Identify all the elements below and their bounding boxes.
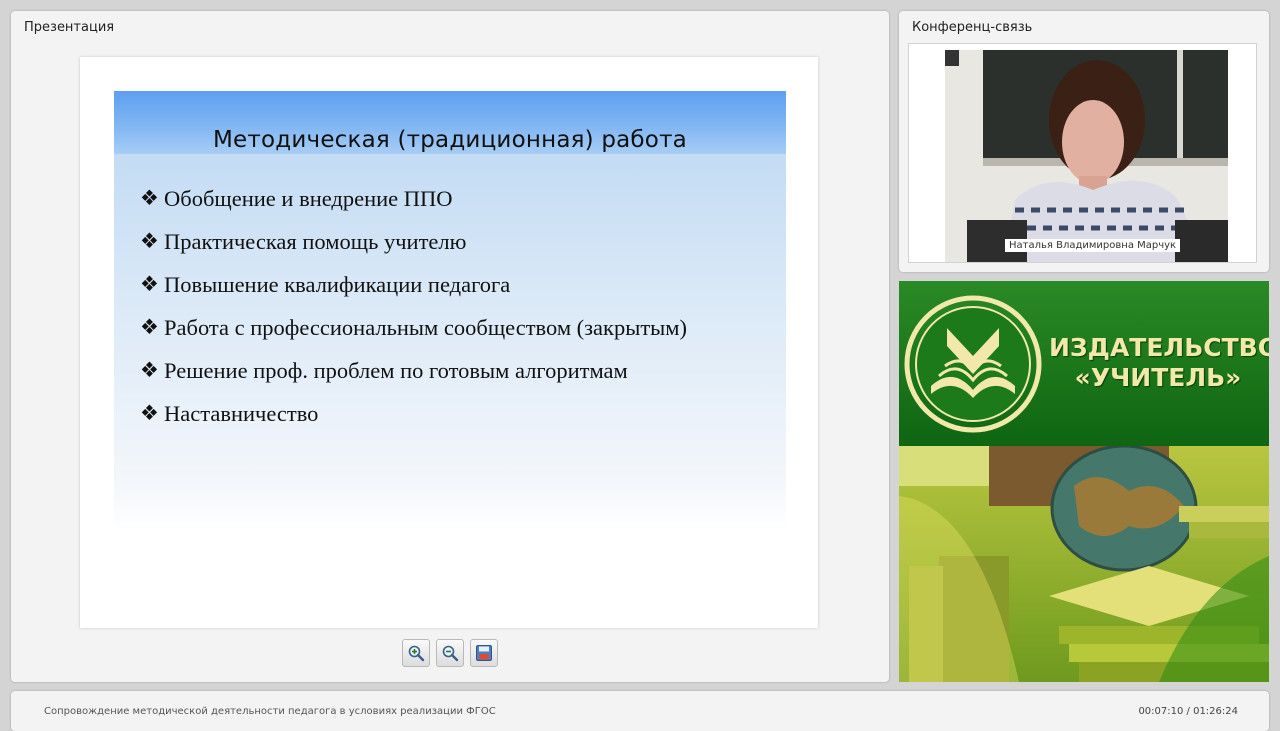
books-and-globe-image [899,446,1269,682]
slide-bullet: ❖ Практическая помощь учителю [140,226,770,257]
slide-bullet-text: Повышение квалификации педагога [164,272,511,297]
bullet-marker-icon: ❖ [140,315,159,339]
publisher-banner-top: ИЗДАТЕЛЬСТВО «УЧИТЕЛЬ» [899,281,1269,446]
slide-bullet-text: Практическая помощь учителю [164,229,467,254]
slide-bullet: ❖ Наставничество [140,398,770,429]
bullet-marker-icon: ❖ [140,358,159,382]
slide-title: Методическая (традиционная) работа [213,127,687,153]
slide-bullet: ❖ Повышение квалификации педагога [140,269,770,300]
slide: Методическая (традиционная) работа ❖ Обоб… [80,57,818,628]
publisher-name-line1: ИЗДАТЕЛЬСТВО [1049,333,1269,362]
footer-bar: Сопровождение методической деятельности … [11,691,1269,731]
speaker-name-label: Наталья Владимировна Марчук [1005,239,1181,252]
bullet-marker-icon: ❖ [140,229,159,253]
slide-bullet: ❖ Работа с профессиональным сообществом (… [140,312,770,343]
floppy-disk-icon [476,645,492,661]
zoom-in-button[interactable] [402,639,430,667]
video-frame: Наталья Владимировна Марчук [908,43,1257,263]
zoom-out-button[interactable] [436,639,464,667]
publisher-name: ИЗДАТЕЛЬСТВО «УЧИТЕЛЬ» [1049,333,1269,393]
bullet-marker-icon: ❖ [140,186,159,210]
save-button[interactable] [470,639,498,667]
speaker-video-image [945,50,1228,262]
slide-bullet: ❖ Решение проф. проблем по готовым алгори… [140,355,770,386]
slide-bullet-list: ❖ Обобщение и внедрение ППО ❖ Практическая… [140,183,770,441]
publisher-banner-image [899,446,1269,682]
open-book-emblem-icon [904,295,1042,433]
slide-content: Методическая (традиционная) работа ❖ Обоб… [114,91,786,531]
slide-bullet-text: Обобщение и внедрение ППО [164,186,453,211]
presentation-panel-title: Презентация [24,20,115,35]
presentation-panel: Презентация Методическая (традиционная) … [11,11,889,682]
zoom-out-icon [442,645,459,662]
conference-panel: Конференц-связь Наталья Владимировна Мар… [899,11,1269,272]
publisher-name-line2: «УЧИТЕЛЬ» [1074,363,1242,392]
playback-time: 00:07:10 / 01:26:24 [1138,706,1238,717]
slide-bullet-text: Наставничество [164,401,319,426]
zoom-in-icon [408,645,425,662]
conference-panel-title: Конференц-связь [912,20,1033,35]
slide-bullet-text: Решение проф. проблем по готовым алгорит… [164,358,628,383]
slide-bullet-text: Работа с профессиональным сообществом (з… [164,315,688,340]
publisher-banner[interactable]: ИЗДАТЕЛЬСТВО «УЧИТЕЛЬ» [899,281,1269,682]
course-title: Сопровождение методической деятельности … [44,706,496,717]
bullet-marker-icon: ❖ [140,272,159,296]
speaker-video[interactable]: Наталья Владимировна Марчук [945,50,1228,262]
slide-bullet: ❖ Обобщение и внедрение ППО [140,183,770,214]
bullet-marker-icon: ❖ [140,401,159,425]
